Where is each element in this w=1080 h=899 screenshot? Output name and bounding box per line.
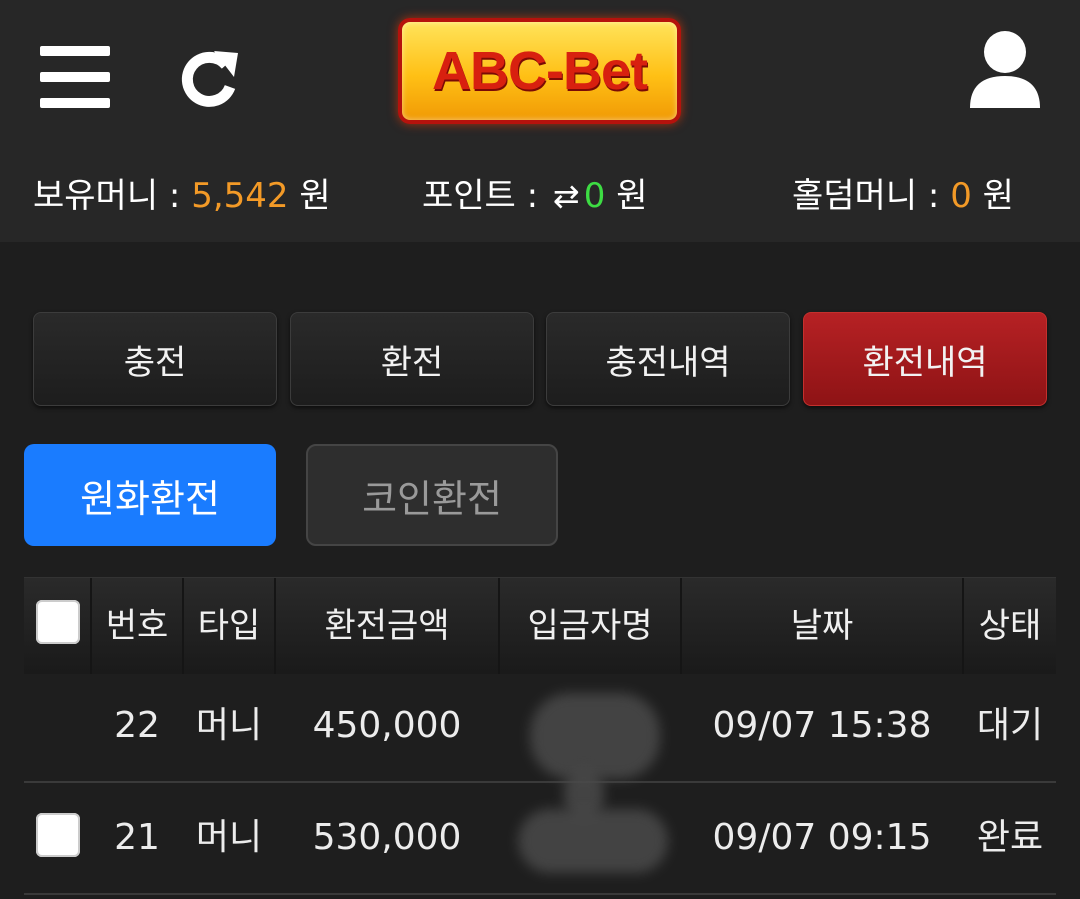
row-status: 완료 bbox=[976, 817, 1044, 858]
row-checkbox[interactable] bbox=[36, 813, 80, 857]
tab-exchange-history[interactable]: 환전내역 bbox=[803, 312, 1047, 406]
currency-label: 원 bbox=[616, 176, 648, 216]
holdem-label: 홀덤머니 : bbox=[792, 176, 951, 216]
table-row[interactable]: 22 머니 450,000 09/07 15:38 대기 bbox=[24, 671, 1056, 783]
point-label: 포인트 : bbox=[422, 176, 549, 216]
holdem-value: 0 bbox=[950, 176, 972, 216]
tab-exchange[interactable]: 환전 bbox=[290, 312, 534, 406]
row-type: 머니 bbox=[195, 817, 263, 858]
column-header-status: 상태 bbox=[978, 606, 1042, 646]
hamburger-menu-icon[interactable] bbox=[40, 46, 110, 108]
point-value: 0 bbox=[583, 176, 606, 216]
row-date: 09/07 09:15 bbox=[712, 817, 932, 858]
sub-tab-coin-exchange[interactable]: 코인환전 bbox=[306, 444, 558, 546]
currency-label: 원 bbox=[982, 176, 1014, 216]
row-status: 대기 bbox=[976, 705, 1044, 746]
column-header-amount: 환전금액 bbox=[324, 606, 450, 646]
row-amount: 530,000 bbox=[312, 817, 462, 858]
site-logo[interactable]: ABC-Bet bbox=[398, 18, 681, 124]
column-header-type: 타입 bbox=[197, 606, 261, 646]
row-amount: 450,000 bbox=[312, 705, 462, 746]
row-type: 머니 bbox=[195, 705, 263, 746]
select-all-checkbox[interactable] bbox=[36, 600, 80, 644]
row-date: 09/07 15:38 bbox=[712, 705, 932, 746]
depositor-redaction bbox=[530, 693, 660, 779]
column-header-no: 번호 bbox=[105, 606, 169, 646]
refresh-icon[interactable] bbox=[178, 45, 242, 109]
point-balance: 포인트 : ⇄ 0 원 bbox=[422, 170, 647, 222]
swap-arrows-icon[interactable]: ⇄ bbox=[553, 170, 580, 222]
holdem-balance: 홀덤머니 : 0 원 bbox=[792, 170, 1014, 222]
depositor-redaction bbox=[518, 809, 668, 873]
tab-charge-history[interactable]: 충전내역 bbox=[546, 312, 790, 406]
user-icon[interactable] bbox=[968, 30, 1042, 110]
tab-charge[interactable]: 충전 bbox=[33, 312, 277, 406]
column-header-date: 날짜 bbox=[790, 606, 854, 646]
money-label: 보유머니 : bbox=[33, 176, 192, 216]
money-value: 5,542 bbox=[191, 176, 289, 216]
money-balance: 보유머니 : 5,542 원 bbox=[33, 170, 331, 222]
currency-label: 원 bbox=[299, 176, 331, 216]
table-row[interactable]: 21 머니 530,000 09/07 09:15 완료 bbox=[24, 769, 1056, 895]
table-header: 번호 타입 환전금액 입금자명 날짜 상태 bbox=[24, 577, 1056, 674]
sub-tab-krw-exchange[interactable]: 원화환전 bbox=[24, 444, 276, 546]
top-header: ABC-Bet 보유머니 : 5,542 원 포인트 : ⇄ 0 원 홀덤머니 :… bbox=[0, 0, 1080, 242]
row-number: 22 bbox=[114, 705, 160, 746]
column-header-depositor: 입금자명 bbox=[527, 606, 653, 646]
row-number: 21 bbox=[114, 817, 160, 858]
